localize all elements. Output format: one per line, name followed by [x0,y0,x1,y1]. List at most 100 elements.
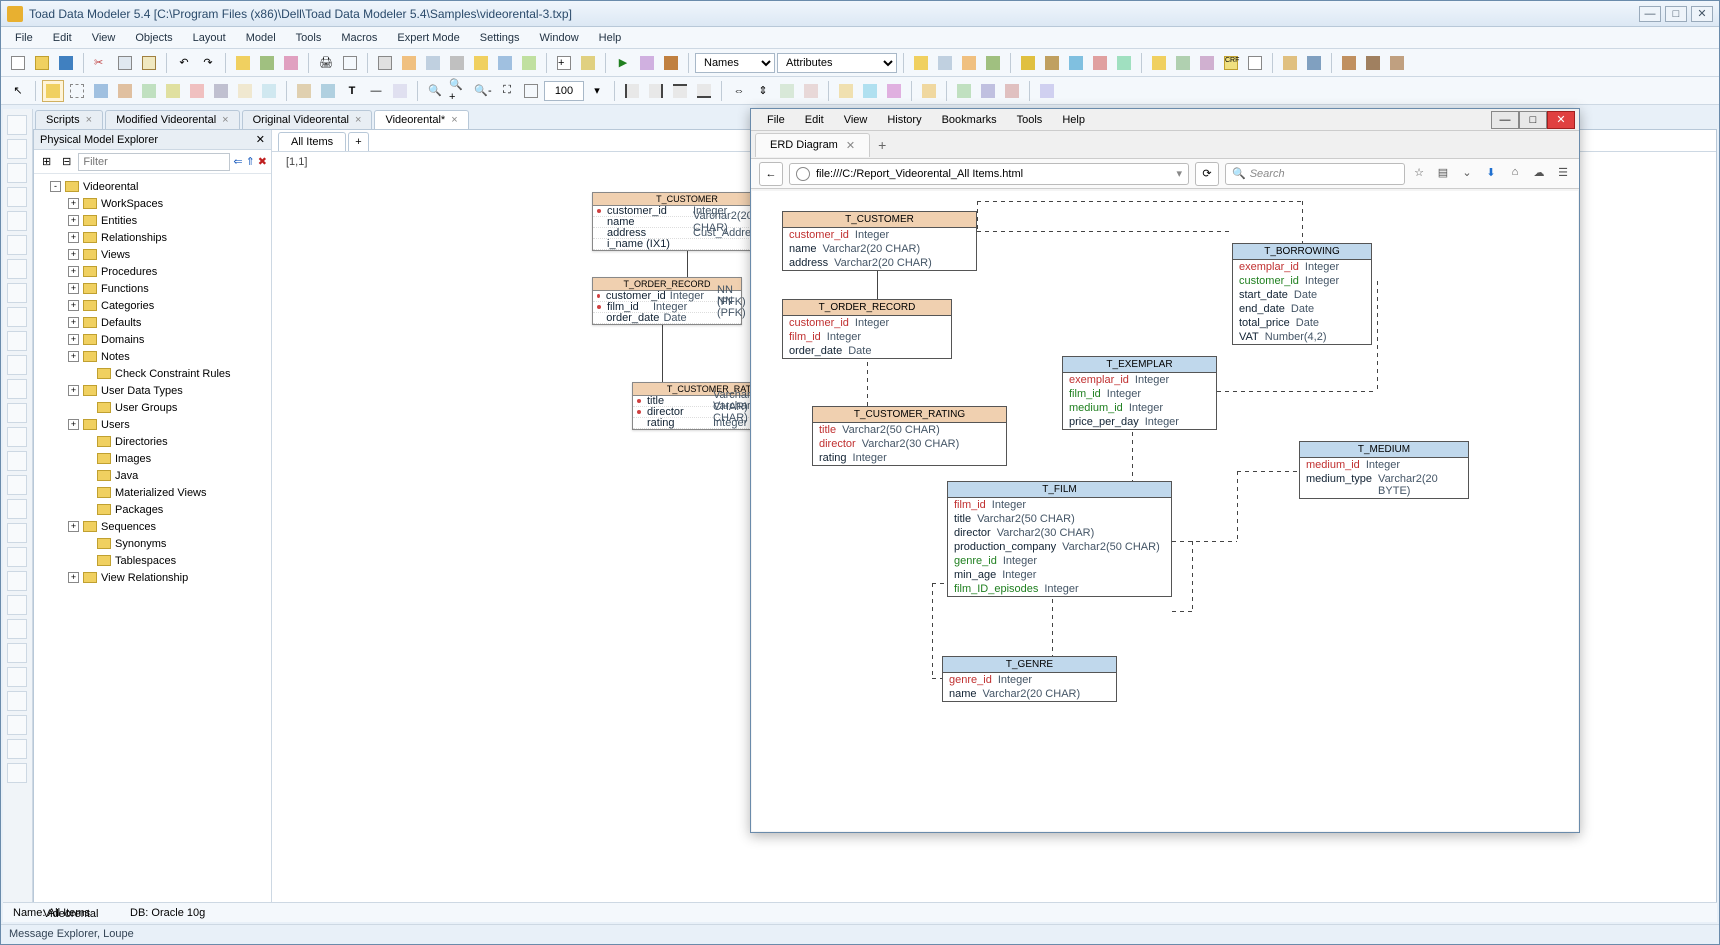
zoom-region-btn[interactable]: ⛶ [496,80,518,102]
tb2-h[interactable] [210,80,232,102]
tb2-v[interactable] [1036,80,1058,102]
erd-entity[interactable]: T_ORDER_RECORDcustomer_idIntegerNN (PFK)… [592,277,742,325]
gutter-btn[interactable] [7,379,27,399]
tb-v[interactable] [1089,52,1111,74]
menu-help[interactable]: Help [589,29,632,47]
redo-btn[interactable]: ↷ [197,52,219,74]
attributes-combo[interactable]: Attributes [777,53,897,73]
new-btn[interactable] [7,52,29,74]
browser-window[interactable]: FileEditViewHistoryBookmarksToolsHelp — … [750,108,1580,833]
tb-b[interactable] [256,52,278,74]
expand-icon[interactable]: + [68,334,79,345]
expand-icon[interactable]: + [68,385,79,396]
expand-icon[interactable]: + [68,283,79,294]
canvas-tab-add[interactable]: + [348,132,368,151]
tb-d[interactable] [374,52,396,74]
tree-node[interactable]: +Categories [38,297,267,314]
browser-menu-file[interactable]: File [757,111,795,129]
tb-ac[interactable] [1279,52,1301,74]
tb2-j[interactable] [258,80,280,102]
menu-icon[interactable]: ☰ [1555,166,1571,182]
tree-node[interactable]: Tablespaces [38,552,267,569]
save-btn[interactable] [55,52,77,74]
menu-window[interactable]: Window [530,29,589,47]
tb-g[interactable] [446,52,468,74]
tb2-t[interactable] [977,80,999,102]
tree-node[interactable]: +Entities [38,212,267,229]
tb2-k[interactable] [293,80,315,102]
open-btn[interactable] [31,52,53,74]
tb-c[interactable] [280,52,302,74]
tb2-n[interactable] [389,80,411,102]
tree-node[interactable]: +Defaults [38,314,267,331]
list-icon[interactable]: ▤ [1435,166,1451,182]
gutter-btn[interactable] [7,187,27,207]
menu-file[interactable]: File [5,29,43,47]
menu-objects[interactable]: Objects [125,29,182,47]
tb-u[interactable] [1065,52,1087,74]
browser-close-btn[interactable]: ✕ [1547,111,1575,129]
chat-icon[interactable]: ☁ [1531,166,1547,182]
gutter-btn[interactable] [7,715,27,735]
tb-ae[interactable] [1338,52,1360,74]
text-btn[interactable]: T [341,80,363,102]
browser-menu-tools[interactable]: Tools [1007,111,1053,129]
dist-v-btn[interactable]: ⇕ [752,80,774,102]
zoom-fit-btn[interactable]: 🔍 [424,80,446,102]
tb2-m[interactable]: — [365,80,387,102]
tb2-c[interactable] [90,80,112,102]
gutter-btn[interactable] [7,691,27,711]
tb-af[interactable] [1362,52,1384,74]
tb2-a[interactable] [42,80,64,102]
cut-btn[interactable]: ✂ [90,52,112,74]
expand-icon[interactable]: + [68,572,79,583]
tree-node[interactable]: Packages [38,501,267,518]
tree-node[interactable]: Java [38,467,267,484]
tb-y[interactable] [1172,52,1194,74]
align-r-btn[interactable] [645,80,667,102]
tree-node[interactable]: +Users [38,416,267,433]
tb-r[interactable] [982,52,1004,74]
tree-node[interactable]: Synonyms [38,535,267,552]
tree-node[interactable]: User Groups [38,399,267,416]
gutter-btn[interactable] [7,427,27,447]
preview-btn[interactable] [339,52,361,74]
maximize-button[interactable]: □ [1665,6,1687,22]
tb2-b[interactable] [66,80,88,102]
tb-i[interactable] [494,52,516,74]
copy-btn[interactable] [114,52,136,74]
gutter-btn[interactable] [7,403,27,423]
tb-m[interactable] [636,52,658,74]
zoom-in-btn[interactable]: 🔍+ [448,80,470,102]
tb2-o[interactable] [835,80,857,102]
tree-node[interactable]: +Relationships [38,229,267,246]
zoom-page-btn[interactable] [520,80,542,102]
filter-input[interactable] [78,153,230,171]
gutter-btn[interactable] [7,451,27,471]
browser-new-tab[interactable]: + [870,133,894,157]
tb-f[interactable] [422,52,444,74]
menu-settings[interactable]: Settings [470,29,530,47]
browser-search-field[interactable]: 🔍 Search [1225,163,1405,185]
tree-node[interactable]: Images [38,450,267,467]
gutter-btn[interactable] [7,499,27,519]
align-b-btn[interactable] [693,80,715,102]
tb-s[interactable] [1017,52,1039,74]
expand-icon[interactable]: + [68,266,79,277]
pointer-btn[interactable]: ↖ [7,80,29,102]
expand-icon[interactable]: + [68,232,79,243]
gutter-btn[interactable] [7,331,27,351]
tb-l[interactable] [577,52,599,74]
tb2-l[interactable] [317,80,339,102]
tree-node[interactable]: Materialized Views [38,484,267,501]
tree-node[interactable]: -Videorental [38,178,267,195]
gutter-btn[interactable] [7,619,27,639]
expand-icon[interactable]: + [68,300,79,311]
tree-node[interactable]: +Notes [38,348,267,365]
browser-menu-help[interactable]: Help [1052,111,1095,129]
tb-o[interactable] [910,52,932,74]
gutter-btn[interactable] [7,547,27,567]
expand-icon[interactable]: + [68,198,79,209]
browser-reload-btn[interactable]: ⟳ [1195,162,1219,186]
tb2-s[interactable] [953,80,975,102]
